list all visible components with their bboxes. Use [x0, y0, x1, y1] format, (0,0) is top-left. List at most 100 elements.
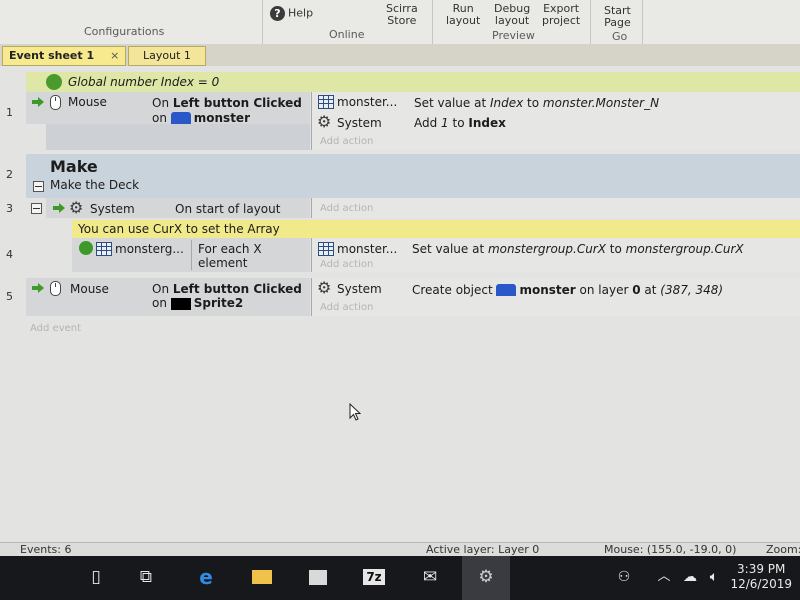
- group-bg: [26, 154, 800, 198]
- condition-text[interactable]: On start of layout: [175, 202, 280, 216]
- condition-object[interactable]: System: [90, 202, 135, 216]
- start-page-line2: Page: [604, 16, 631, 29]
- a-coords: (387, 348): [660, 283, 724, 297]
- condition-object[interactable]: Mouse: [70, 282, 109, 296]
- condition-line1[interactable]: On Left button Clicked: [152, 96, 302, 110]
- add-action-link[interactable]: Add action: [320, 302, 373, 313]
- tab-layout-1[interactable]: Layout 1: [128, 46, 206, 66]
- export-project-button[interactable]: Export project: [542, 3, 580, 27]
- ribbon: Configurations ? Help Online Scirra Store…: [0, 0, 800, 45]
- a1-pre: Set value at: [414, 96, 490, 110]
- ribbon-separator: [262, 0, 263, 44]
- mouse-icon: [50, 95, 61, 110]
- configurations-group-label: Configurations: [84, 25, 165, 38]
- event-number: 4: [6, 248, 13, 261]
- debug-layout-line2: layout: [494, 14, 530, 27]
- action-object[interactable]: monster...: [337, 242, 397, 256]
- chevron-up-icon[interactable]: ︿: [652, 566, 676, 588]
- help-label: Help: [288, 6, 314, 20]
- add-event-link[interactable]: Add event: [30, 323, 81, 334]
- action-text[interactable]: Set value at monstergroup.CurX to monste…: [412, 242, 744, 256]
- event-number: 2: [6, 168, 13, 181]
- a-monster: monster: [519, 283, 576, 297]
- help-button[interactable]: ? Help: [270, 6, 313, 21]
- condition-line1[interactable]: On Left button Clicked: [152, 282, 302, 296]
- a2-amount: 1: [441, 116, 449, 130]
- time: 3:39 PM: [737, 562, 786, 576]
- date: 12/6/2019: [730, 577, 792, 591]
- condition-object[interactable]: Mouse: [68, 95, 107, 109]
- edge-browser-icon[interactable]: e: [194, 566, 218, 588]
- store-icon[interactable]: [306, 566, 330, 588]
- condition-line2[interactable]: element: [198, 256, 247, 270]
- run-layout-line2: layout: [446, 14, 481, 27]
- cloud-icon[interactable]: ☁: [678, 566, 702, 588]
- add-action-link[interactable]: Add action: [320, 259, 373, 270]
- volume-icon[interactable]: 🔈︎: [702, 566, 726, 588]
- mail-icon[interactable]: ✉: [418, 566, 442, 588]
- cond-on2: on: [152, 111, 171, 125]
- task-view-icon[interactable]: ⧉: [134, 566, 158, 588]
- a2-index: Index: [468, 116, 506, 130]
- events-count: Events: 6: [20, 543, 72, 556]
- action1-object[interactable]: monster...: [337, 95, 397, 109]
- condition-line1[interactable]: For each X: [198, 242, 262, 256]
- condition-line2[interactable]: on Sprite2: [152, 296, 243, 310]
- collapse-icon[interactable]: [33, 181, 44, 192]
- event-1[interactable]: 1 Mouse On Left button Clicked on monste…: [0, 92, 800, 154]
- comment-row[interactable]: You can use CurX to set the Array: [0, 220, 800, 238]
- start-page-button[interactable]: Start Page: [604, 5, 631, 29]
- condition-object[interactable]: monsterg...: [115, 242, 184, 256]
- phone-icon[interactable]: ▯: [84, 566, 108, 588]
- debug-layout-button[interactable]: Debug layout: [494, 3, 530, 27]
- event-4[interactable]: 4 monsterg... For each X element monster…: [0, 238, 800, 274]
- ribbon-separator: [590, 0, 591, 44]
- divider: [311, 92, 312, 150]
- active-layer: Active layer: Layer 0: [426, 543, 540, 556]
- scirra-store-line2: Store: [387, 14, 417, 27]
- a-pre: Create object: [412, 283, 497, 297]
- collapse-icon[interactable]: [31, 203, 42, 214]
- tab-event-sheet-1[interactable]: Event sheet 1 ×: [2, 46, 127, 66]
- event-5[interactable]: 5 Mouse On Left button Clicked on Sprite…: [0, 278, 800, 318]
- divider: [311, 238, 312, 272]
- action2-text[interactable]: Add 1 to Index: [414, 116, 506, 130]
- monster-sprite-icon: [170, 112, 191, 124]
- go-group-label: Go: [612, 30, 628, 43]
- action-object[interactable]: System: [337, 282, 382, 296]
- sevenzip-icon[interactable]: 7z: [362, 566, 386, 588]
- event-number: 5: [6, 290, 13, 303]
- action-text[interactable]: Create object monster on layer 0 at (387…: [412, 282, 723, 297]
- mouse-position: Mouse: (155.0, -19.0, 0): [604, 543, 737, 556]
- file-explorer-icon[interactable]: [250, 566, 274, 588]
- event-2-group[interactable]: 2 Make Make the Deck: [0, 154, 800, 198]
- document-tabs: Event sheet 1 × Layout 1: [0, 44, 800, 66]
- a1-value: monster.Monster_N: [542, 96, 660, 110]
- event-3[interactable]: 3 ⚙ System On start of layout Add action: [0, 198, 800, 218]
- close-icon[interactable]: ×: [110, 49, 119, 62]
- add-action-link[interactable]: Add action: [320, 136, 373, 147]
- sprite2-icon: [170, 297, 191, 310]
- help-icon: ?: [270, 6, 285, 21]
- action1-text[interactable]: Set value at Index to monster.Monster_N: [414, 96, 659, 110]
- action2-object[interactable]: System: [337, 116, 382, 130]
- gear-icon: ⚙: [69, 198, 84, 217]
- add-action-link[interactable]: Add action: [320, 203, 373, 214]
- condition-line2[interactable]: on monster: [152, 110, 250, 125]
- a-layer: 0: [632, 283, 641, 297]
- condition-area-extension: [46, 124, 310, 150]
- cond-on: On: [152, 96, 173, 110]
- run-layout-button[interactable]: Run layout: [446, 3, 480, 27]
- people-icon[interactable]: ⚇: [612, 566, 636, 588]
- a1-to: to: [523, 96, 543, 110]
- global-variable-row[interactable]: Global number Index = 0: [0, 72, 800, 92]
- comment-text: You can use CurX to set the Array: [78, 222, 280, 236]
- loop-icon: [79, 241, 93, 255]
- construct-gear-icon[interactable]: ⚙: [474, 566, 498, 588]
- scirra-store-button[interactable]: Scirra Store: [386, 3, 418, 27]
- event-sheet[interactable]: Global number Index = 0 1 Mouse On Left …: [0, 66, 800, 542]
- event-number: 3: [6, 202, 13, 215]
- zoom-level: Zoom:: [766, 543, 800, 556]
- clock[interactable]: 3:39 PM 12/6/2019: [730, 562, 792, 592]
- a-at: at: [640, 283, 661, 297]
